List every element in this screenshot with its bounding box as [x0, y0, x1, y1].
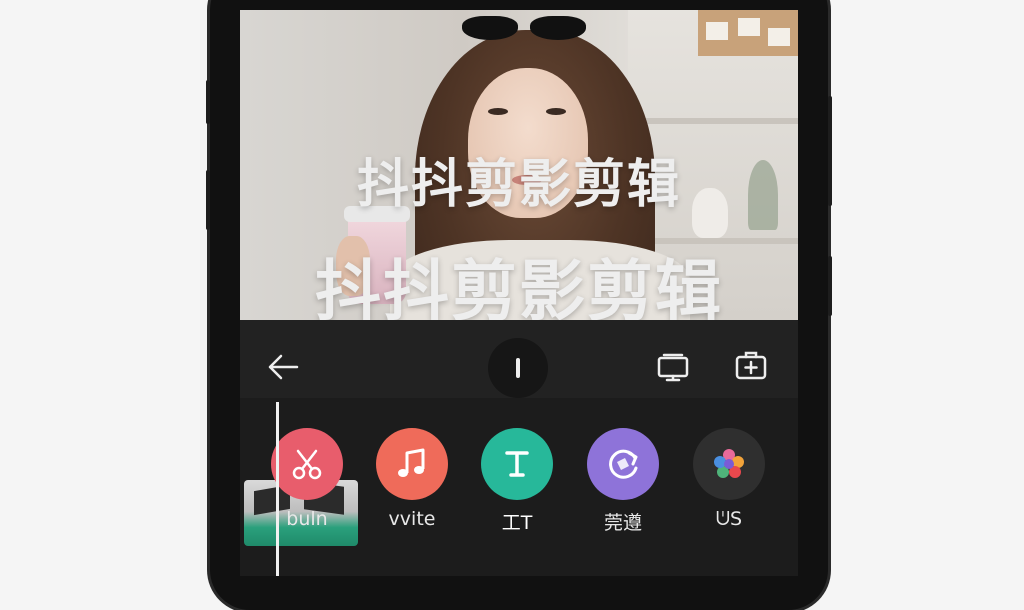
timeline-playhead[interactable] — [276, 402, 279, 576]
tool-audio[interactable]: vvite — [367, 428, 457, 530]
scissors-icon — [292, 449, 322, 480]
photo-frame — [698, 10, 798, 56]
tool-label-effects: ᕫS — [715, 508, 743, 530]
add-box-icon — [735, 351, 767, 380]
video-preview[interactable]: 抖抖剪影剪辑 抖抖剪影剪辑 — [240, 10, 798, 320]
flower-icon — [714, 449, 744, 478]
tool-effects[interactable]: ᕫS — [684, 428, 774, 530]
tool-label-audio: vvite — [388, 508, 436, 530]
edit-toolbar — [240, 320, 798, 398]
eye — [488, 108, 508, 115]
audio-button[interactable] — [376, 428, 448, 500]
music-note-icon — [398, 448, 425, 477]
caption-line-2[interactable]: 抖抖剪影剪辑 — [240, 238, 798, 320]
tool-label-text: 工T — [501, 512, 533, 534]
effects-button[interactable] — [693, 428, 765, 500]
volume-button — [206, 80, 210, 124]
volume-button — [206, 170, 210, 230]
arrow-left-icon — [268, 354, 299, 380]
tool-rotate[interactable]: 莞遵 — [578, 428, 668, 535]
side-button — [828, 256, 832, 316]
back-button[interactable] — [266, 350, 300, 384]
shelf — [628, 118, 798, 124]
power-button — [828, 96, 832, 206]
sunglasses — [462, 16, 592, 42]
eye — [546, 108, 566, 115]
rotate-button[interactable] — [587, 428, 659, 500]
display-icon — [657, 353, 689, 382]
add-clip-button[interactable] — [734, 348, 768, 382]
caption-line-1[interactable]: 抖抖剪影剪辑 — [240, 142, 798, 217]
tool-text[interactable]: 工T — [472, 428, 562, 535]
tool-label-rotate: 莞遵 — [603, 512, 642, 534]
text-button[interactable] — [481, 428, 553, 500]
cut-button[interactable] — [271, 428, 343, 500]
playhead-icon — [516, 358, 520, 378]
rotate-icon — [609, 449, 638, 479]
display-button[interactable] — [656, 350, 690, 384]
text-icon — [505, 451, 529, 477]
playhead-button[interactable] — [488, 338, 548, 398]
